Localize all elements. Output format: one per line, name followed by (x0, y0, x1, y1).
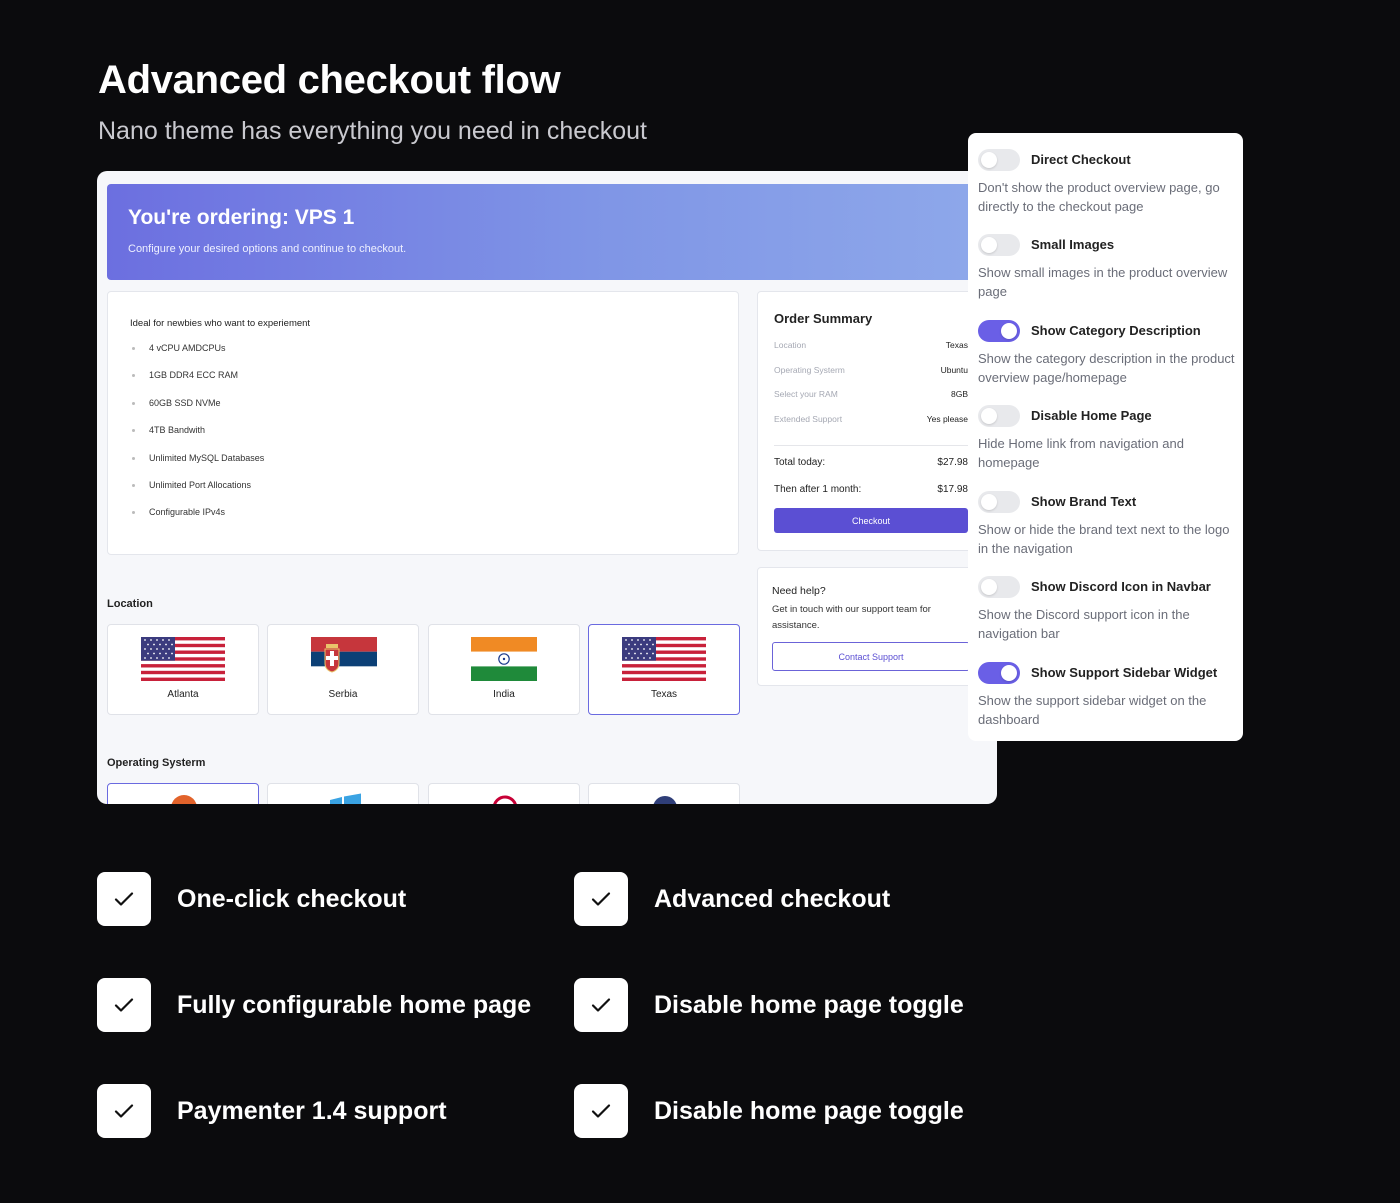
checklist-label: Disable home page toggle (654, 990, 964, 1019)
order-summary-card: Order Summary Location Texas Operating Sy… (757, 291, 987, 551)
check-icon (574, 1084, 628, 1138)
os-option-ubuntu[interactable] (107, 783, 259, 804)
setting-description: Show the support sidebar widget on the d… (978, 693, 1207, 727)
checklist-item: Fully configurable home page (97, 978, 531, 1032)
checklist-label: Paymenter 1.4 support (177, 1096, 447, 1125)
location-option-serbia[interactable]: Serbia (267, 624, 419, 715)
list-item: 60GB SSD NVMe (130, 398, 264, 425)
setting-description: Show the category description in the pro… (978, 351, 1235, 385)
checklist-label: Disable home page toggle (654, 1096, 964, 1125)
setting-label: Direct Checkout (1031, 152, 1131, 167)
contact-support-button[interactable]: Contact Support (772, 642, 970, 671)
location-name: Atlanta (167, 689, 199, 700)
setting-description: Show small images in the product overvie… (978, 265, 1228, 299)
setting-label: Show Category Description (1031, 323, 1201, 338)
help-title: Need help? (772, 585, 826, 597)
checklist-label: One-click checkout (177, 884, 407, 913)
setting-label: Show Support Sidebar Widget (1031, 665, 1218, 680)
checklist-item: Advanced checkout (574, 872, 890, 926)
divider (774, 445, 968, 446)
list-item: Unlimited MySQL Databases (130, 453, 264, 480)
small-images-toggle[interactable] (978, 234, 1020, 256)
plan-title: Ideal for newbies who want to experiemen… (130, 318, 311, 329)
os-label: Operating Systerm (107, 757, 206, 769)
setting-label: Show Discord Icon in Navbar (1031, 579, 1211, 594)
direct-checkout-toggle[interactable] (978, 149, 1020, 171)
setting-label: Disable Home Page (1031, 408, 1152, 423)
list-item: Configurable IPv4s (130, 507, 264, 534)
summary-row-support: Extended Support Yes please (774, 414, 968, 424)
location-name: Texas (650, 689, 678, 700)
plan-features-card: Ideal for newbies who want to experiemen… (107, 291, 739, 555)
checklist-item: One-click checkout (97, 872, 406, 926)
setting-description: Show or hide the brand text next to the … (978, 522, 1230, 556)
checklist-item: Disable home page toggle (574, 1084, 964, 1138)
help-card: Need help? Get in touch with our support… (757, 567, 987, 686)
check-icon (97, 978, 151, 1032)
banner-subtitle: Configure your desired options and conti… (128, 243, 407, 255)
checklist-label: Advanced checkout (654, 884, 891, 913)
theme-settings-panel: Direct Checkout Don't show the product o… (968, 133, 1243, 741)
usa-flag-icon (622, 637, 706, 681)
list-item: 4 vCPU AMDCPUs (130, 343, 264, 370)
total-today-row: Total today: $27.98 (774, 457, 968, 468)
fedora-icon (653, 796, 677, 804)
location-label: Location (107, 598, 153, 610)
location-option-texas[interactable]: Texas (588, 624, 740, 715)
checkout-button[interactable]: Checkout (774, 508, 968, 533)
brand-text-toggle[interactable] (978, 491, 1020, 513)
check-icon (574, 872, 628, 926)
recurring-total-row: Then after 1 month: $17.98 (774, 484, 968, 495)
serbia-flag-icon (311, 637, 377, 681)
windows-icon (330, 793, 361, 804)
setting-label: Show Brand Text (1031, 494, 1137, 509)
category-description-toggle[interactable] (978, 320, 1020, 342)
os-option-fedora[interactable] (588, 783, 740, 804)
list-item: 4TB Bandwith (130, 425, 264, 452)
page-title: Advanced checkout flow (98, 58, 561, 102)
checklist-item: Paymenter 1.4 support (97, 1084, 447, 1138)
summary-row-location: Location Texas (774, 340, 968, 350)
setting-label: Small Images (1031, 237, 1115, 252)
feature-list: 4 vCPU AMDCPUs 1GB DDR4 ECC RAM 60GB SSD… (130, 343, 264, 535)
check-icon (574, 978, 628, 1032)
debian-icon (493, 795, 517, 804)
order-summary-title: Order Summary (774, 311, 873, 326)
location-name: India (493, 689, 515, 700)
discord-icon-toggle[interactable] (978, 576, 1020, 598)
os-option-debian[interactable] (428, 783, 580, 804)
setting-description: Show the Discord support icon in the nav… (978, 607, 1190, 641)
setting-description: Hide Home link from navigation and homep… (978, 436, 1184, 470)
disable-home-page-toggle[interactable] (978, 405, 1020, 427)
check-icon (97, 872, 151, 926)
location-name: Serbia (328, 689, 358, 700)
os-option-windows[interactable] (267, 783, 419, 804)
india-flag-icon (471, 637, 537, 681)
check-icon (97, 1084, 151, 1138)
list-item: 1GB DDR4 ECC RAM (130, 370, 264, 397)
help-text: Get in touch with our support team for a… (772, 604, 931, 631)
support-widget-toggle[interactable] (978, 662, 1020, 684)
list-item: Unlimited Port Allocations (130, 480, 264, 507)
summary-row-ram: Select your RAM 8GB (774, 389, 968, 399)
checklist-item: Disable home page toggle (574, 978, 964, 1032)
checkout-preview: You're ordering: VPS 1 Configure your de… (97, 171, 997, 804)
checklist-label: Fully configurable home page (177, 990, 532, 1019)
ubuntu-icon (171, 795, 197, 804)
usa-flag-icon (141, 637, 225, 681)
page-subtitle: Nano theme has everything you need in ch… (98, 117, 647, 145)
location-option-atlanta[interactable]: Atlanta (107, 624, 259, 715)
setting-description: Don't show the product overview page, go… (978, 180, 1220, 214)
location-option-india[interactable]: India (428, 624, 580, 715)
banner-title: You're ordering: VPS 1 (128, 206, 355, 229)
summary-row-os: Operating Systerm Ubuntu (774, 365, 968, 375)
order-banner: You're ordering: VPS 1 Configure your de… (107, 184, 987, 280)
